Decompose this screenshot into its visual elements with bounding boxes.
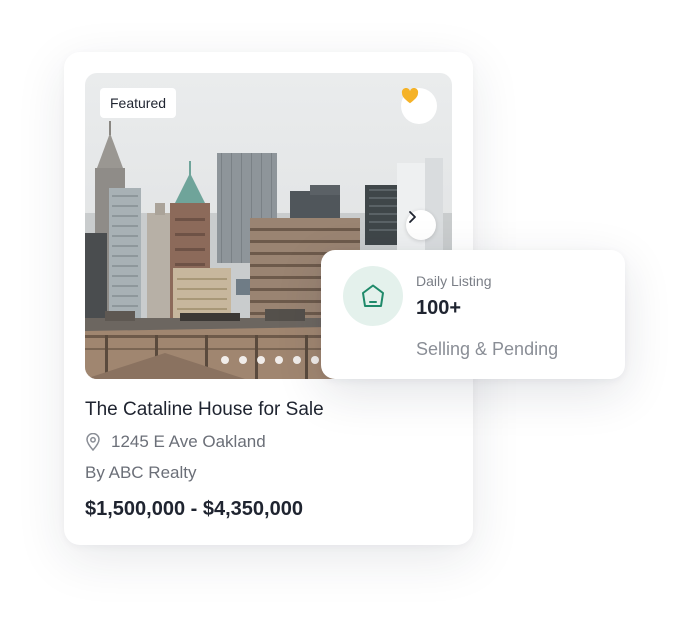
carousel-dot[interactable] <box>311 356 319 364</box>
house-icon-badge <box>343 266 403 326</box>
carousel-dots <box>221 356 319 364</box>
heart-icon <box>401 88 419 104</box>
address-row: 1245 E Ave Oakland <box>85 432 266 452</box>
chevron-right-icon <box>409 211 416 223</box>
listing-agency: By ABC Realty <box>85 463 197 482</box>
house-icon <box>362 284 384 307</box>
listing-address: 1245 E Ave Oakland <box>111 432 266 451</box>
daily-listing-card: Daily Listing 100+ Selling & Pending <box>321 250 625 379</box>
carousel-dot[interactable] <box>275 356 283 364</box>
listing-price: $1,500,000 - $4,350,000 <box>85 498 303 520</box>
listing-title[interactable]: The Cataline House for Sale <box>85 399 324 421</box>
next-photo-button[interactable] <box>406 210 436 240</box>
featured-badge: Featured <box>100 88 177 118</box>
favorite-button[interactable] <box>401 88 437 124</box>
carousel-dot[interactable] <box>239 356 247 364</box>
carousel-dot[interactable] <box>257 356 265 364</box>
stats-subtitle: Selling & Pending <box>416 339 559 359</box>
map-pin-icon <box>86 433 100 451</box>
carousel-dot[interactable] <box>221 356 229 364</box>
carousel-dot[interactable] <box>293 356 301 364</box>
stats-count: 100+ <box>416 297 462 319</box>
stats-label: Daily Listing <box>416 273 492 289</box>
